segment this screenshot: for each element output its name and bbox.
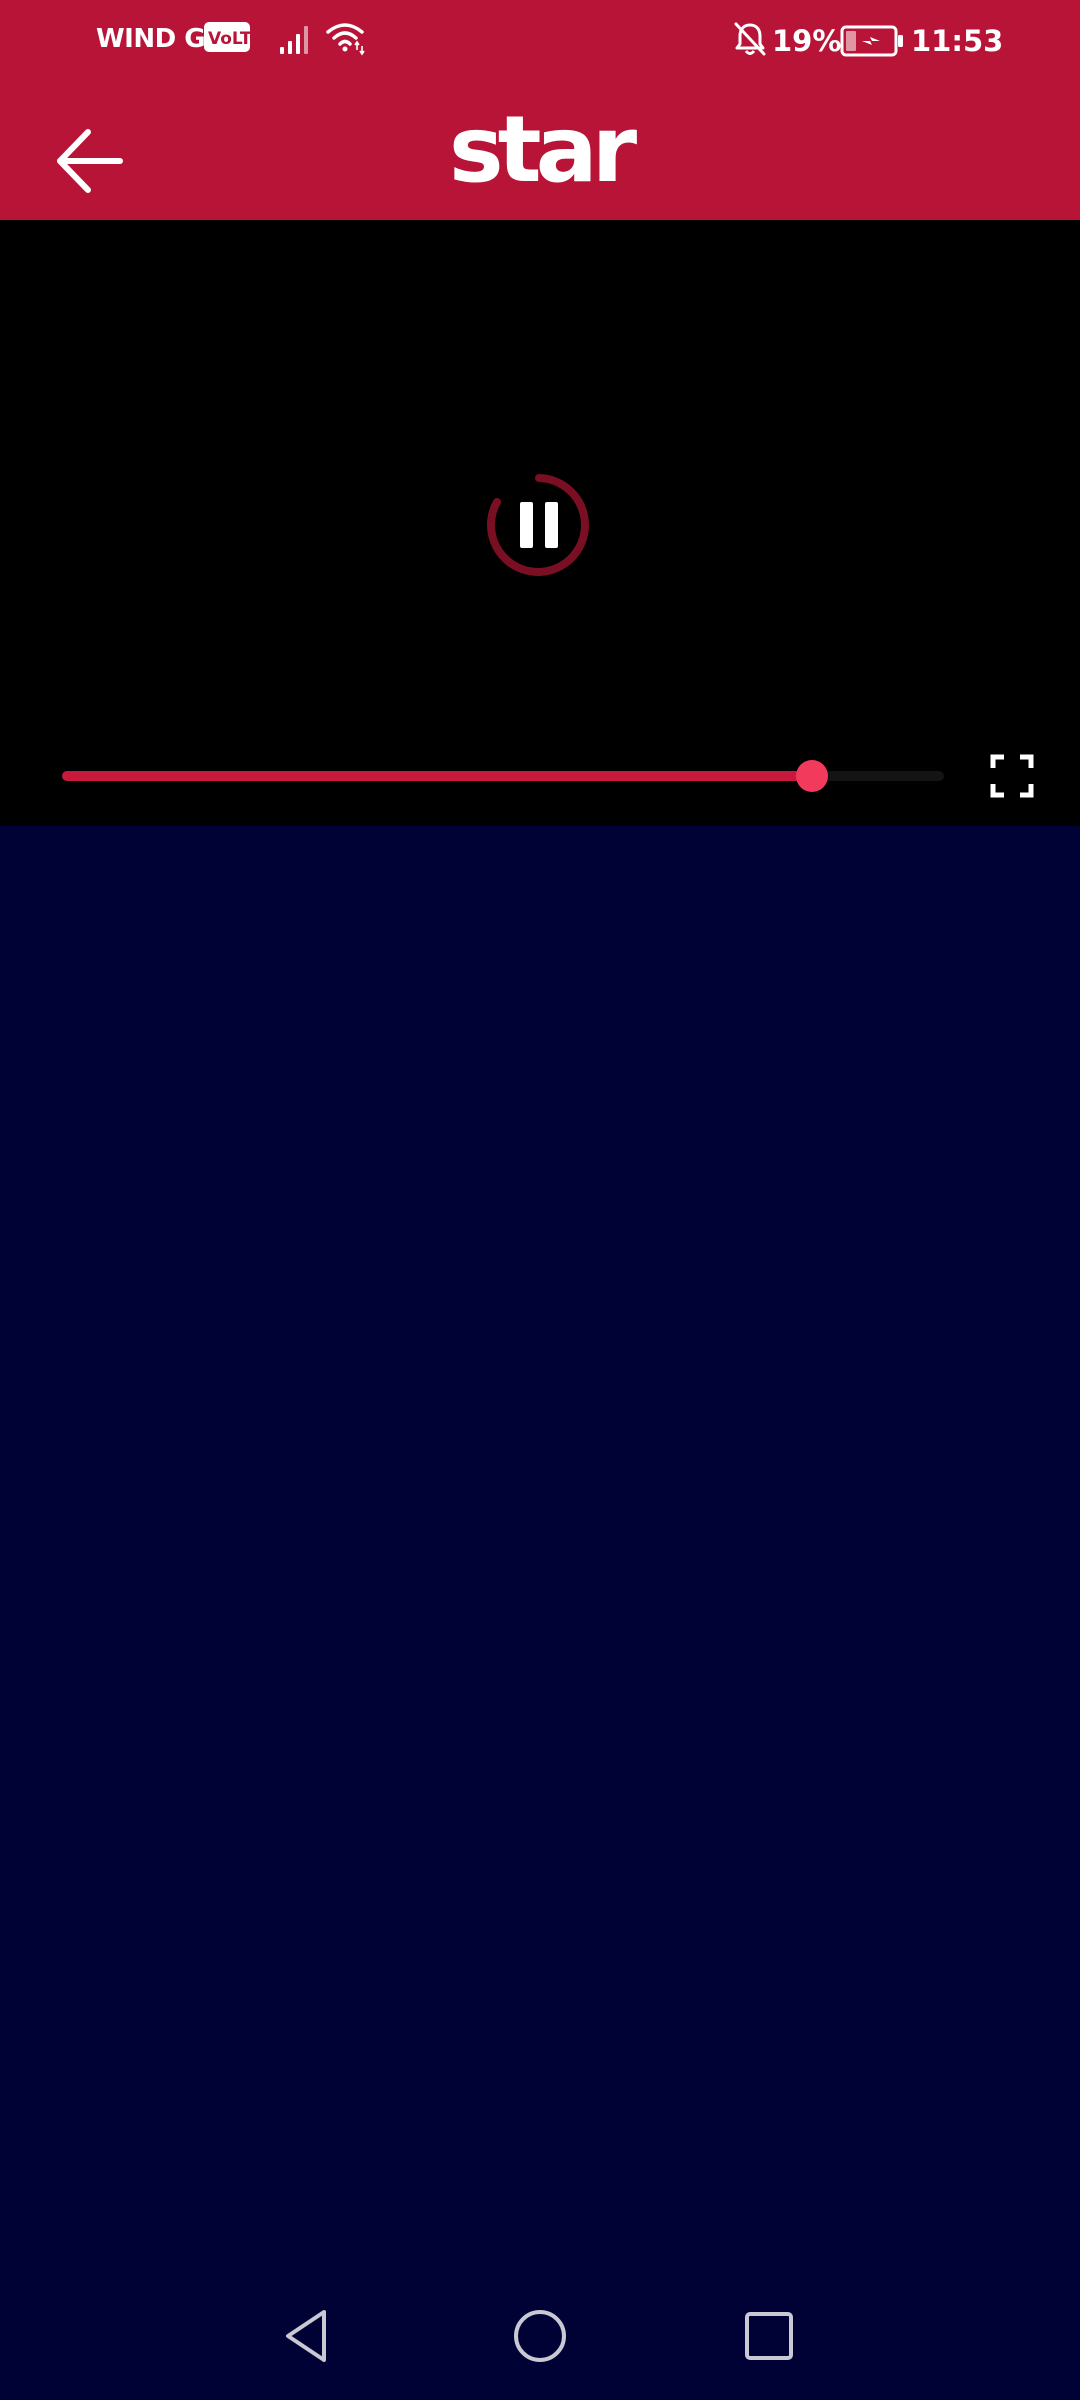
volte-badge: VoLTE (204, 22, 263, 52)
seek-progress (62, 771, 812, 781)
content-area (0, 826, 1080, 2268)
star-logo: star (448, 96, 637, 203)
seek-bar[interactable] (62, 760, 944, 792)
back-button[interactable] (40, 108, 136, 204)
system-navigation-bar (0, 2268, 1080, 2400)
clock: 11:53 (911, 24, 1004, 58)
fullscreen-button[interactable] (990, 754, 1034, 798)
nav-back-button[interactable] (276, 2304, 340, 2368)
play-pause-button[interactable] (484, 470, 594, 580)
battery-percent: 19% (772, 24, 842, 58)
screen: WIND GR VoLTE 19% 11:53 star (0, 0, 1080, 2400)
app-header: star (0, 84, 1080, 220)
status-bar: WIND GR VoLTE 19% 11:53 (0, 0, 1080, 84)
video-player[interactable] (0, 220, 1080, 826)
recents-square-icon (745, 2312, 793, 2360)
signal-icon (280, 26, 308, 54)
fullscreen-icon (990, 754, 1034, 798)
seek-thumb[interactable] (795, 760, 828, 792)
pause-icon (487, 474, 589, 576)
back-triangle-icon (286, 2310, 326, 2362)
bell-off-icon (734, 22, 766, 56)
nav-home-button[interactable] (508, 2304, 572, 2368)
battery-charging-icon (840, 25, 903, 57)
wifi-icon (326, 23, 365, 56)
arrow-left-icon (57, 129, 123, 193)
home-circle-icon (514, 2310, 566, 2362)
nav-recents-button[interactable] (737, 2304, 801, 2368)
